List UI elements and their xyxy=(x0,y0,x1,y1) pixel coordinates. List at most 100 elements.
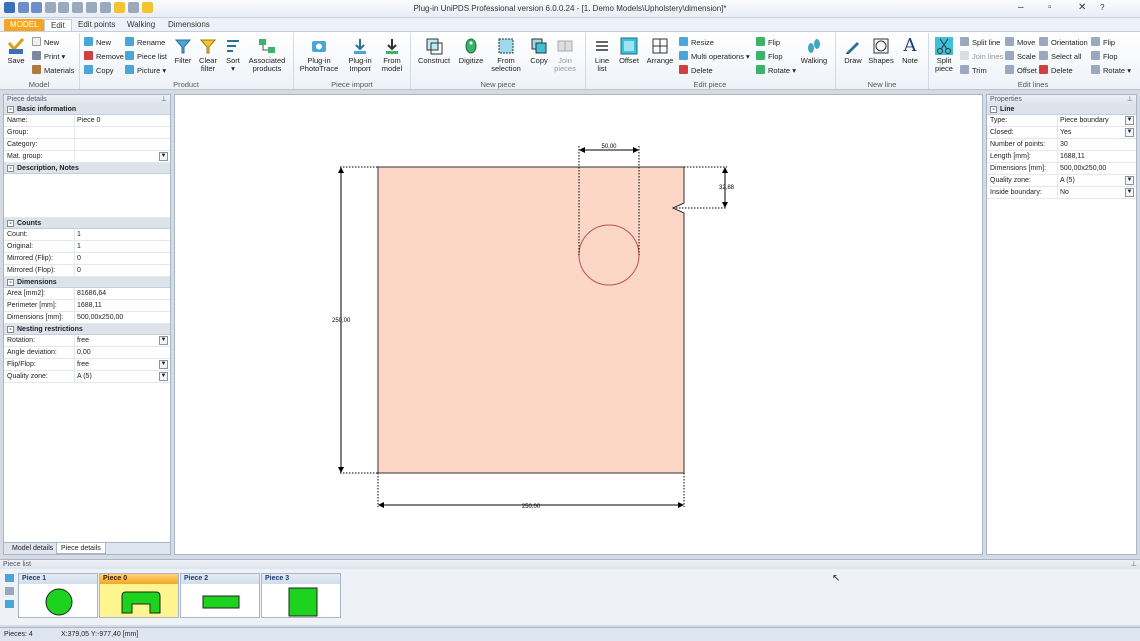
piece-card[interactable]: Piece 2 xyxy=(180,573,260,618)
collapse-icon[interactable]: - xyxy=(7,165,14,172)
plugin-import-button[interactable]: Plug-in Import xyxy=(342,37,378,73)
offset-piece-button[interactable]: Offset xyxy=(616,37,642,65)
piece-list-button[interactable]: Piece list xyxy=(125,51,167,61)
property-row[interactable]: Type: Piece boundary ▼ xyxy=(987,115,1136,127)
shapes-button[interactable]: Shapes xyxy=(868,37,894,65)
copy-piece-button[interactable]: Copy xyxy=(527,37,551,65)
maximize-icon[interactable]: ▫ xyxy=(1048,3,1052,13)
property-row[interactable]: Name: Piece 0 xyxy=(4,115,170,127)
dimension-left-label[interactable]: 250,00 xyxy=(332,318,351,324)
new-product-button[interactable]: New xyxy=(84,37,111,47)
collapse-icon[interactable]: - xyxy=(7,220,14,227)
move-line-button[interactable]: Move xyxy=(1005,37,1035,47)
help-icon[interactable]: ? xyxy=(1100,3,1104,13)
list-view-icon[interactable] xyxy=(5,574,14,582)
dropdown-arrow-icon[interactable]: ▼ xyxy=(159,336,168,345)
materials-button[interactable]: Materials xyxy=(32,65,74,75)
tab-edit-points[interactable]: Edit points xyxy=(72,19,121,31)
arrange-button[interactable]: Arrange xyxy=(645,37,675,65)
delete-line-button[interactable]: Delete xyxy=(1039,65,1073,75)
section-dimensions[interactable]: - Dimensions xyxy=(4,277,170,288)
flop-piece-button[interactable]: Flop xyxy=(756,51,783,61)
sort-button[interactable]: Sort ▾ xyxy=(222,37,244,73)
save-button[interactable]: Save xyxy=(4,37,28,65)
dimension-top-label[interactable]: 50,00 xyxy=(601,144,617,150)
piece-card-selected[interactable]: Piece 0 xyxy=(99,573,179,618)
split-piece-button[interactable]: Split piece xyxy=(932,37,956,73)
property-row[interactable]: Quality zone: A (5) ▼ xyxy=(4,371,170,383)
dropdown-arrow-icon[interactable]: ▼ xyxy=(1125,116,1134,125)
property-row[interactable]: Dimensions [mm]: 500,00x250,00 xyxy=(987,163,1136,175)
piece-card[interactable]: Piece 3 xyxy=(261,573,341,618)
rename-button[interactable]: Rename xyxy=(125,37,165,47)
copy-product-button[interactable]: Copy xyxy=(84,65,114,75)
piece-0-shape[interactable] xyxy=(377,166,685,474)
dropdown-arrow-icon[interactable]: ▼ xyxy=(159,360,168,369)
flip-line-button[interactable]: Flip xyxy=(1091,37,1115,47)
drawing-svg[interactable]: 50,00 32,88 250,00 250,00 xyxy=(175,95,982,554)
property-row[interactable]: Group: xyxy=(4,127,170,139)
description-area[interactable] xyxy=(4,174,170,218)
section-nesting-restrictions[interactable]: - Nesting restrictions xyxy=(4,324,170,335)
minimize-icon[interactable]: – xyxy=(1018,3,1024,13)
from-selection-button[interactable]: From selection xyxy=(488,37,524,73)
tab-model[interactable]: MODEL xyxy=(4,19,45,31)
digitize-button[interactable]: Digitize xyxy=(456,37,486,65)
section-description-notes[interactable]: - Description, Notes xyxy=(4,163,170,174)
property-row[interactable]: Category: xyxy=(4,139,170,151)
resize-button[interactable]: Resize xyxy=(679,37,714,47)
trim-button[interactable]: Trim xyxy=(960,65,987,75)
property-row[interactable]: Perimeter [mm]: 1688,11 xyxy=(4,300,170,312)
property-row[interactable]: Mirrored (Flop): 0 xyxy=(4,265,170,277)
pin-icon[interactable]: ⊥ xyxy=(1127,95,1133,104)
collapse-icon[interactable]: - xyxy=(990,106,997,113)
dropdown-arrow-icon[interactable]: ▼ xyxy=(1125,128,1134,137)
section-counts[interactable]: - Counts xyxy=(4,218,170,229)
property-row[interactable]: Angle deviation: 0,00 xyxy=(4,347,170,359)
delete-piece-button[interactable]: Delete xyxy=(679,65,713,75)
flip-piece-button[interactable]: Flip xyxy=(756,37,780,47)
from-model-button[interactable]: From model xyxy=(380,37,404,73)
piece-card[interactable]: Piece 1 xyxy=(18,573,98,618)
property-row[interactable]: Closed: Yes ▼ xyxy=(987,127,1136,139)
rotate-line-button[interactable]: Rotate ▾ xyxy=(1091,65,1131,75)
grid-view-icon[interactable] xyxy=(5,587,14,595)
clear-filter-button[interactable]: Clear filter xyxy=(196,37,220,73)
dropdown-arrow-icon[interactable]: ▼ xyxy=(159,152,168,161)
pin-icon[interactable]: ⊥ xyxy=(161,95,167,104)
walking-button[interactable]: Walking xyxy=(799,37,829,65)
tab-model-details[interactable]: Model details xyxy=(8,544,57,554)
property-row[interactable]: Inside boundary: No ▼ xyxy=(987,187,1136,199)
fit-view-icon[interactable] xyxy=(5,600,14,608)
property-row[interactable]: Mat. group: ▼ xyxy=(4,151,170,163)
flop-line-button[interactable]: Flop xyxy=(1091,51,1118,61)
picture-button[interactable]: Picture ▾ xyxy=(125,65,166,75)
orientation-button[interactable]: Orientation xyxy=(1039,37,1088,47)
section-line[interactable]: - Line xyxy=(987,104,1136,115)
property-row[interactable]: Dimensions [mm]: 500,00x250,00 xyxy=(4,312,170,324)
dropdown-arrow-icon[interactable]: ▼ xyxy=(1125,176,1134,185)
scale-button[interactable]: Scale xyxy=(1005,51,1036,61)
dimension-right-label[interactable]: 32,88 xyxy=(719,185,735,191)
drawing-canvas[interactable]: 50,00 32,88 250,00 250,00 xyxy=(174,94,983,555)
tab-walking[interactable]: Walking xyxy=(121,19,161,31)
tab-piece-details[interactable]: Piece details xyxy=(56,543,106,554)
print-button[interactable]: Print ▾ xyxy=(32,51,65,61)
dimension-bottom-label[interactable]: 250,00 xyxy=(522,504,541,510)
select-all-button[interactable]: Select all xyxy=(1039,51,1081,61)
associated-products-button[interactable]: Associated products xyxy=(247,37,287,73)
pin-icon[interactable]: ⊥ xyxy=(1131,560,1137,569)
line-list-button[interactable]: Line list xyxy=(590,37,614,73)
multi-operations-button[interactable]: Multi operations ▾ xyxy=(679,51,750,61)
property-row[interactable]: Length [mm]: 1688,11 xyxy=(987,151,1136,163)
property-row[interactable]: Mirrored (Flip): 0 xyxy=(4,253,170,265)
draw-button[interactable]: Draw xyxy=(841,37,865,65)
property-row[interactable]: Flip/Flop: free ▼ xyxy=(4,359,170,371)
rotate-piece-button[interactable]: Rotate ▾ xyxy=(756,65,796,75)
dropdown-arrow-icon[interactable]: ▼ xyxy=(1125,188,1134,197)
construct-button[interactable]: Construct xyxy=(416,37,452,65)
section-basic-information[interactable]: - Basic information xyxy=(4,104,170,115)
tab-dimensions[interactable]: Dimensions xyxy=(162,19,216,31)
offset-line-button[interactable]: Offset xyxy=(1005,65,1037,75)
property-row[interactable]: Quality zone: A (5) ▼ xyxy=(987,175,1136,187)
